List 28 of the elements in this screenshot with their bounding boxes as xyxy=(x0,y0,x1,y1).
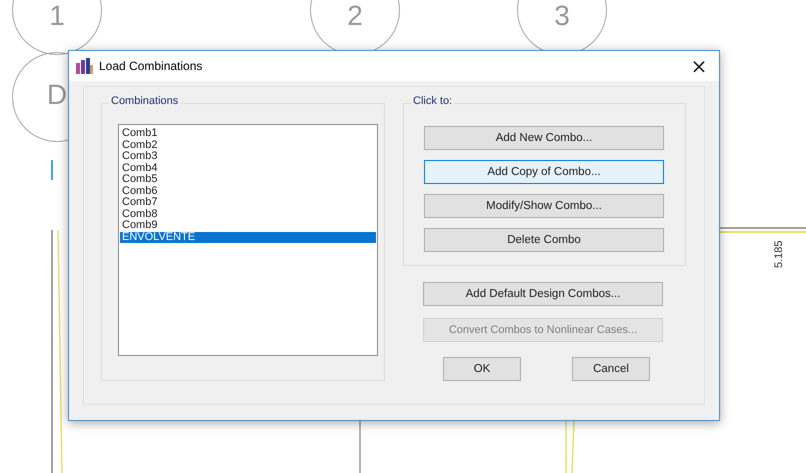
action-button[interactable]: Add Copy of Combo... xyxy=(424,160,664,184)
list-item[interactable]: Comb2 xyxy=(120,140,376,151)
list-item[interactable]: Comb8 xyxy=(120,208,376,220)
grid-label: 2 xyxy=(346,0,364,32)
list-item[interactable]: Comb4 xyxy=(120,162,376,174)
list-item[interactable]: Comb7 xyxy=(120,197,376,208)
dimension-label: 5.185 xyxy=(773,240,785,268)
grid-label: 1 xyxy=(48,0,66,32)
action-button[interactable]: Add Default Design Combos... xyxy=(423,282,663,306)
dialog-button[interactable]: Cancel xyxy=(572,357,650,381)
action-button[interactable]: Add New Combo... xyxy=(424,126,664,150)
list-item[interactable]: Comb3 xyxy=(120,151,376,162)
list-item[interactable]: Comb1 xyxy=(120,128,376,140)
group-label: Combinations xyxy=(109,95,180,107)
list-item[interactable]: Comb9 xyxy=(120,220,376,232)
app-icon xyxy=(75,58,93,74)
grid-label: D xyxy=(46,79,68,111)
list-item[interactable]: Comb5 xyxy=(120,174,376,186)
grid-label: 3 xyxy=(553,0,571,32)
list-item[interactable]: ENVOLVENTE xyxy=(120,232,376,243)
action-button[interactable]: Delete Combo xyxy=(424,228,664,252)
dialog-button[interactable]: OK xyxy=(443,357,521,381)
group-label: Click to: xyxy=(411,95,454,107)
action-button[interactable]: Modify/Show Combo... xyxy=(424,194,664,218)
combinations-list[interactable]: Comb1 Comb2 Comb3 Comb4 Comb5 Comb6 Comb7 Comb8 Comb9 ENVOLVENTE xyxy=(118,124,378,356)
close-button[interactable]: × xyxy=(679,51,719,81)
list-item[interactable]: Comb6 xyxy=(120,186,376,197)
window-title: Load Combinations xyxy=(99,59,204,73)
